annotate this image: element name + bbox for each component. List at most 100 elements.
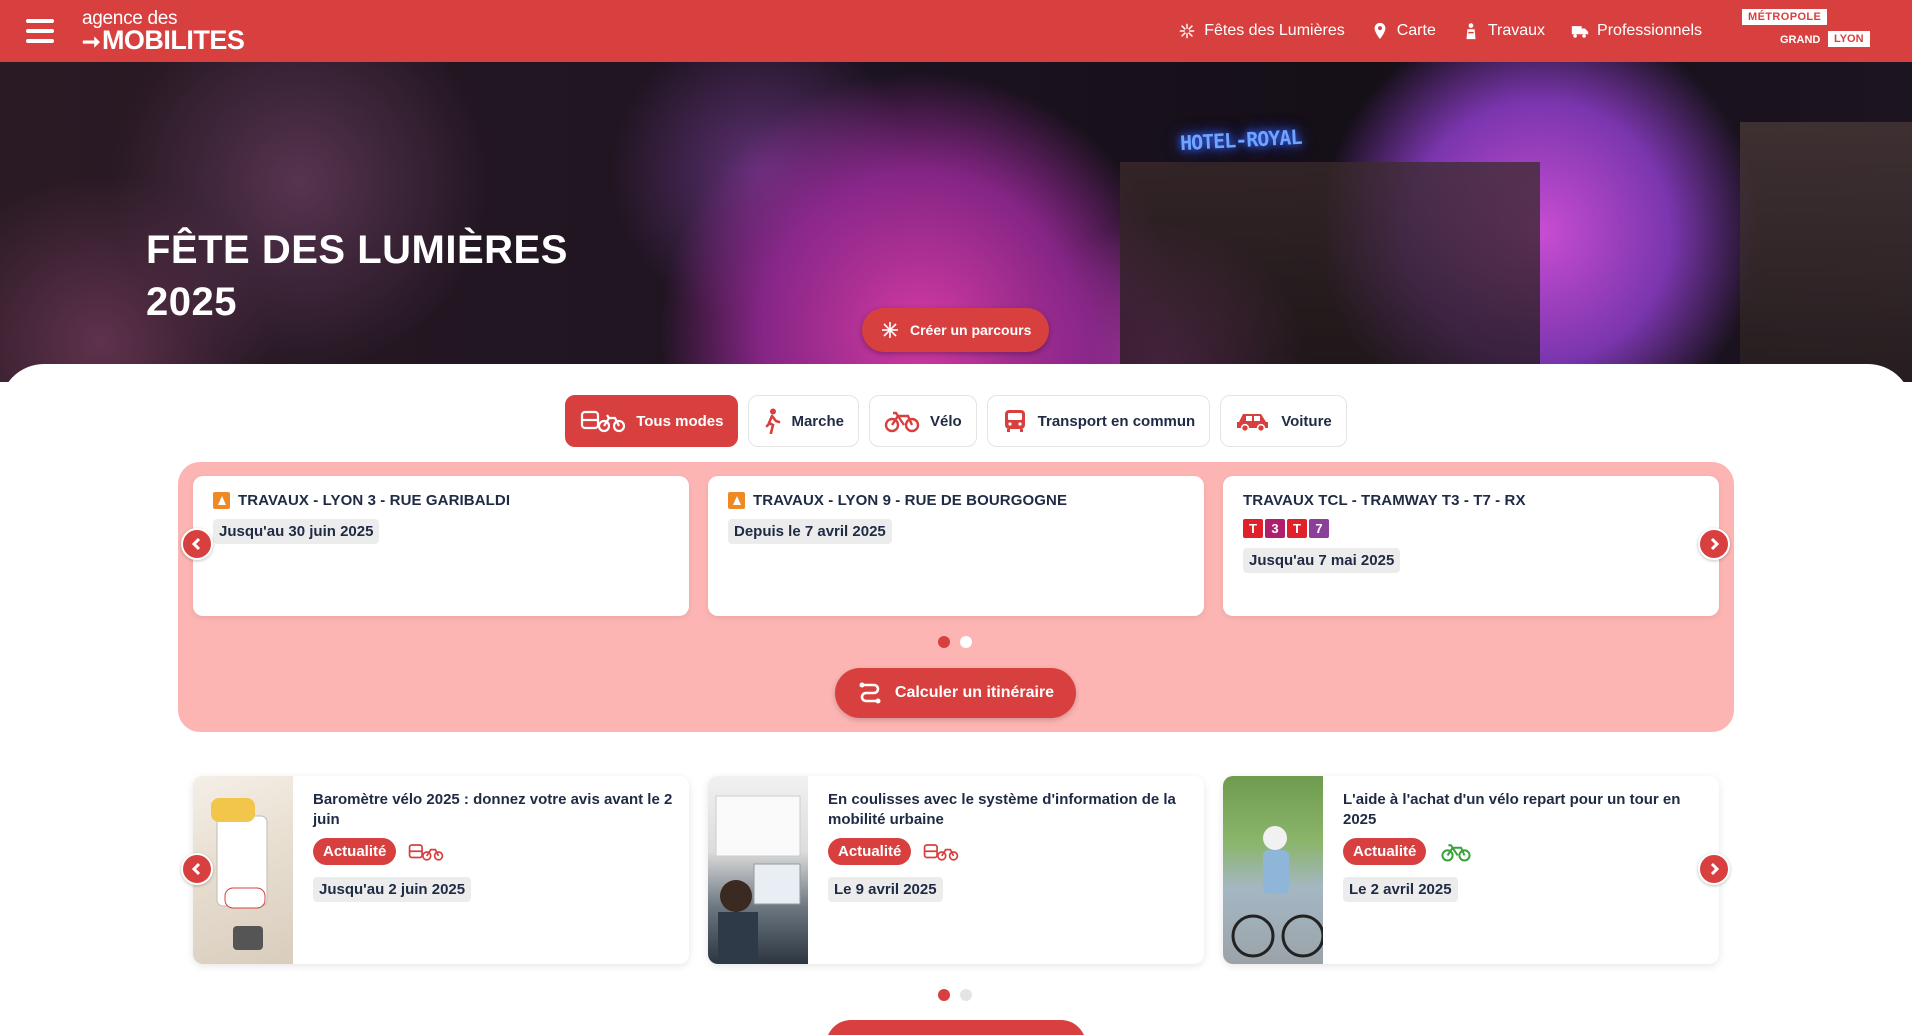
chevron-left-icon: [191, 537, 201, 551]
see-more-button[interactable]: [826, 1020, 1086, 1035]
tab-label: Voiture: [1281, 412, 1332, 430]
travaux-pagination: [938, 636, 972, 648]
chevron-right-icon: [1710, 537, 1720, 551]
tab-label: Vélo: [929, 412, 962, 430]
nav-item-professionnels[interactable]: Professionnels: [1571, 22, 1702, 40]
travaux-date: Jusqu'au 7 mai 2025: [1243, 548, 1401, 573]
chevron-left-icon: [191, 862, 201, 876]
main-nav: Fêtes des Lumières Carte Travaux Profess…: [1178, 0, 1702, 62]
news-thumbnail: [708, 776, 808, 964]
control-room-icon: [715, 795, 801, 964]
news-date: Jusqu'au 2 juin 2025: [313, 877, 472, 902]
news-card[interactable]: Baromètre vélo 2025 : donnez votre avis …: [193, 776, 689, 964]
nav-label: Travaux: [1487, 22, 1546, 39]
mode-tabs: Tous modes Marche Vélo Transport en comm…: [0, 395, 1912, 447]
travaux-card-title: TRAVAUX TCL - TRAMWAY T3 - T7 - RX: [1243, 492, 1699, 509]
logo-line2-text: MOBILITES: [101, 25, 245, 55]
travaux-title-text: TRAVAUX - LYON 3 - RUE GARIBALDI: [238, 492, 511, 509]
line-badge: 3: [1265, 519, 1285, 538]
all-modes-icon: [581, 410, 626, 433]
worker-icon: [1466, 23, 1476, 40]
tram-lines: T 3 T 7: [1243, 519, 1699, 538]
nav-label: Professionnels: [1597, 22, 1702, 39]
car-icon: [1237, 414, 1269, 433]
metropole-line1: MÉTROPOLE: [1742, 9, 1828, 25]
line-badge: 7: [1309, 519, 1329, 538]
roadwork-icon: [213, 492, 230, 509]
news-tags: Actualité: [828, 838, 1188, 865]
travaux-card-title: TRAVAUX - LYON 9 - RUE DE BOURGOGNE: [728, 492, 1184, 509]
all-modes-icon: [924, 843, 959, 861]
news-date: Le 9 avril 2025: [828, 877, 943, 902]
create-route-label: Créer un parcours: [910, 322, 1032, 338]
tab-tous-modes[interactable]: Tous modes: [565, 395, 739, 447]
tab-voiture[interactable]: Voiture: [1220, 395, 1347, 447]
line-badge: T: [1243, 519, 1263, 538]
nav-item-carte[interactable]: Carte: [1371, 22, 1436, 40]
travaux-title-text: TRAVAUX TCL - TRAMWAY T3 - T7 - RX: [1243, 492, 1526, 509]
news-title: En coulisses avec le système d'informati…: [828, 791, 1176, 828]
create-route-button[interactable]: Créer un parcours: [862, 308, 1050, 352]
news-tags: Actualité: [1343, 838, 1703, 865]
travaux-title-text: TRAVAUX - LYON 9 - RUE DE BOURGOGNE: [753, 492, 1068, 509]
pagination-dot[interactable]: [960, 989, 972, 1001]
travaux-date: Depuis le 7 avril 2025: [728, 519, 892, 544]
hero-building: [1120, 162, 1540, 382]
hero-title-line2: 2025: [146, 280, 237, 324]
tab-label: Marche: [791, 412, 844, 430]
tab-velo[interactable]: Vélo: [868, 395, 977, 447]
metropole-logo[interactable]: MÉTROPOLE GRAND LYON: [1742, 9, 1870, 53]
news-tags: Actualité: [313, 838, 673, 865]
hero-building: [1740, 122, 1912, 382]
pagination-dot[interactable]: [960, 636, 972, 648]
hero-banner: HOTEL-ROYAL FÊTE DES LUMIÈRES 2025 Créer…: [0, 62, 1912, 382]
chevron-right-icon: [1710, 862, 1720, 876]
news-title: Baromètre vélo 2025 : donnez votre avis …: [313, 791, 673, 828]
news-prev-button[interactable]: [181, 853, 213, 885]
map-pin-icon: [1374, 22, 1386, 40]
travaux-card[interactable]: TRAVAUX - LYON 9 - RUE DE BOURGOGNE Depu…: [708, 476, 1204, 616]
logo-line2: ➞MOBILITES: [82, 25, 245, 55]
news-thumbnail: [1223, 776, 1325, 964]
nav-label: Fêtes des Lumières: [1204, 22, 1345, 39]
tab-label: Transport en commun: [1037, 412, 1196, 430]
travaux-card[interactable]: TRAVAUX TCL - TRAMWAY T3 - T7 - RX T 3 T…: [1223, 476, 1719, 616]
news-badge: Actualité: [828, 838, 912, 865]
carousel-prev-button[interactable]: [181, 528, 213, 560]
bike-icon: [1441, 843, 1471, 861]
news-badge: Actualité: [1343, 838, 1427, 865]
news-card[interactable]: En coulisses avec le système d'informati…: [708, 776, 1204, 964]
tab-transport-en-commun[interactable]: Transport en commun: [986, 395, 1211, 447]
line-badge: T: [1287, 519, 1307, 538]
news-next-button[interactable]: [1698, 853, 1730, 885]
travaux-date: Jusqu'au 30 juin 2025: [213, 519, 380, 544]
travaux-card-title: TRAVAUX - LYON 3 - RUE GARIBALDI: [213, 492, 669, 509]
menu-icon[interactable]: [26, 19, 54, 43]
news-body: En coulisses avec le système d'informati…: [828, 790, 1188, 902]
hero-title: FÊTE DES LUMIÈRES 2025: [146, 224, 568, 328]
news-title: L'aide à l'achat d'un vélo repart pour u…: [1343, 791, 1681, 828]
calculate-route-button[interactable]: Calculer un itinéraire: [835, 668, 1076, 718]
pagination-dot[interactable]: [938, 989, 950, 1001]
logo[interactable]: agence des ➞MOBILITES: [82, 9, 245, 55]
carousel-next-button[interactable]: [1698, 528, 1730, 560]
news-date: Le 2 avril 2025: [1343, 877, 1458, 902]
pagination-dot[interactable]: [938, 636, 950, 648]
bike-icon: [884, 411, 920, 433]
news-card[interactable]: L'aide à l'achat d'un vélo repart pour u…: [1223, 776, 1719, 964]
news-badge: Actualité: [313, 838, 397, 865]
route-icon: [859, 682, 881, 704]
tab-label: Tous modes: [636, 412, 724, 430]
news-body: L'aide à l'achat d'un vélo repart pour u…: [1343, 790, 1703, 902]
top-bar: agence des ➞MOBILITES Fêtes des Lumières…: [0, 0, 1912, 62]
all-modes-icon: [409, 843, 444, 861]
cyclist-photo-icon: [1231, 826, 1325, 958]
nav-item-travaux[interactable]: Travaux: [1462, 22, 1545, 40]
tab-marche[interactable]: Marche: [748, 395, 859, 447]
travaux-card[interactable]: TRAVAUX - LYON 3 - RUE GARIBALDI Jusqu'a…: [193, 476, 689, 616]
truck-icon: [1571, 26, 1589, 38]
metropole-line2: GRAND: [1780, 34, 1821, 46]
nav-item-fetes[interactable]: Fêtes des Lumières: [1178, 22, 1345, 40]
roadwork-icon: [728, 492, 745, 509]
nav-label: Carte: [1396, 22, 1436, 39]
